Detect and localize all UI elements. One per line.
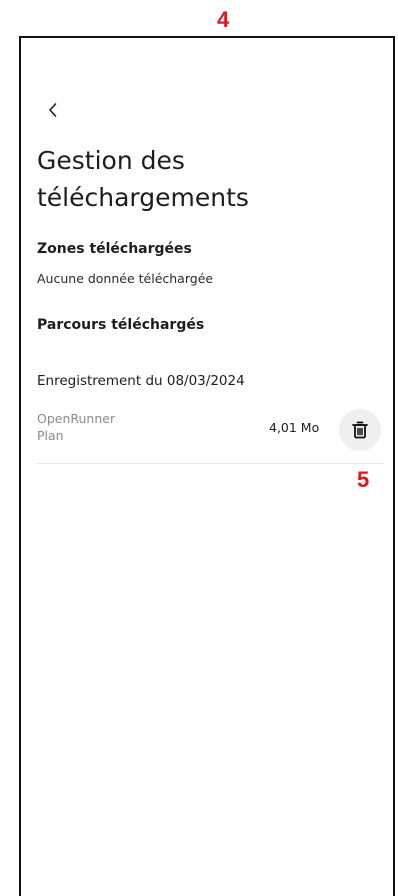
annotation-marker-4: 4 [217,7,230,32]
download-layer: Plan [37,428,64,443]
chevron-left-icon [49,103,57,117]
record-title: Enregistrement du 08/03/2024 [37,373,245,389]
delete-button[interactable] [339,409,381,451]
page-title: Gestion des téléchargements [37,146,249,212]
routes-section-title: Parcours téléchargés [37,317,205,333]
download-name: OpenRunner [37,411,116,426]
zones-section-title: Zones téléchargées [37,241,192,257]
annotation-marker-5: 5 [357,467,370,492]
back-button[interactable] [41,98,65,122]
phone-screen: Gestion des téléchargements Zones téléch… [19,36,395,896]
download-size: 4,01 Mo [269,420,320,435]
trash-icon [352,421,368,439]
zones-empty-text: Aucune donnée téléchargée [37,271,214,286]
download-row: OpenRunner Plan 4,01 Mo [37,408,383,464]
